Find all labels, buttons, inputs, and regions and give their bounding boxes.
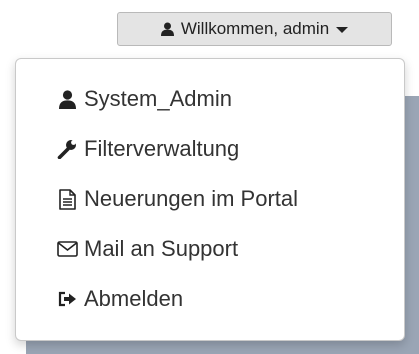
user-menu-toggle-button[interactable]: Willkommen, admin — [117, 12, 392, 46]
wrench-icon — [56, 138, 78, 160]
menu-item-label: Mail an Support — [84, 236, 239, 261]
user-icon — [56, 88, 78, 110]
menu-item-abmelden[interactable]: Abmelden — [56, 284, 183, 314]
user-menu-toggle-label: Willkommen, admin — [180, 19, 330, 38]
menu-item-label: System_Admin — [84, 86, 232, 111]
user-dropdown-menu: System_Admin Filterverwaltung Neuerungen… — [15, 58, 405, 341]
sign-out-icon — [56, 288, 78, 310]
menu-item-label: Neuerungen im Portal — [84, 186, 299, 211]
menu-item-neuerungen[interactable]: Neuerungen im Portal — [56, 184, 298, 214]
envelope-icon — [56, 238, 78, 260]
menu-item-label: Abmelden — [84, 286, 184, 311]
menu-item-label: Filterverwaltung — [84, 136, 240, 161]
user-icon — [161, 22, 175, 36]
caret-down-icon — [336, 27, 349, 33]
menu-item-system-admin[interactable]: System_Admin — [56, 84, 232, 114]
file-text-icon — [56, 188, 78, 210]
menu-item-mail-support[interactable]: Mail an Support — [56, 234, 238, 264]
menu-item-filterverwaltung[interactable]: Filterverwaltung — [56, 134, 239, 164]
